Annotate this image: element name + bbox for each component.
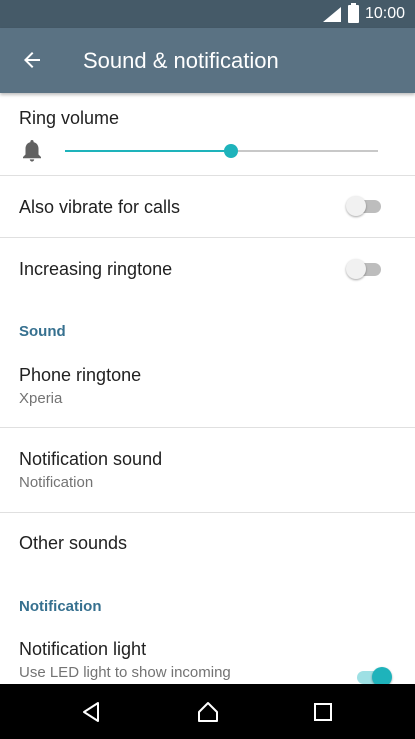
phone-ringtone-label: Phone ringtone — [19, 365, 142, 385]
ring-volume-slider-thumb[interactable] — [223, 144, 238, 158]
other-sounds-row[interactable]: Other sounds — [0, 513, 415, 575]
switch-thumb — [372, 667, 392, 684]
phone-ringtone-row[interactable]: Phone ringtone Xperia — [0, 348, 415, 427]
switch-thumb — [346, 259, 366, 279]
also-vibrate-row[interactable]: Also vibrate for calls — [0, 176, 415, 237]
app-bar: Sound & notification — [0, 28, 415, 93]
ring-volume-slider[interactable] — [65, 144, 378, 158]
status-bar: 10:00 — [0, 0, 415, 28]
also-vibrate-label: Also vibrate for calls — [19, 197, 181, 217]
recents-icon[interactable] — [311, 700, 335, 724]
status-time: 10:00 — [365, 5, 406, 22]
navigation-bar — [0, 684, 415, 739]
notification-sound-label: Notification sound — [19, 449, 163, 469]
settings-list[interactable]: Ring volume Also vibrate for calls Incre… — [0, 93, 415, 684]
switch-thumb — [346, 196, 366, 216]
other-sounds-label: Other sounds — [19, 533, 128, 553]
ring-volume-label: Ring volume — [19, 108, 120, 128]
notification-light-label: Notification light — [19, 639, 147, 659]
increasing-ringtone-row[interactable]: Increasing ringtone — [0, 238, 415, 298]
page-title: Sound & notification — [83, 48, 279, 73]
back-icon[interactable] — [80, 700, 104, 724]
home-icon[interactable] — [196, 700, 220, 724]
ring-volume-slider-fill — [65, 150, 231, 152]
notification-light-summary: Use LED light to show incoming — [19, 664, 231, 681]
notification-light-row[interactable]: Notification light Use LED light to show… — [0, 623, 415, 684]
battery-icon — [348, 3, 359, 23]
section-header-sound: Sound — [19, 323, 66, 340]
notification-sound-row[interactable]: Notification sound Notification — [0, 428, 415, 512]
increasing-ringtone-label: Increasing ringtone — [19, 259, 173, 279]
section-header-notification: Notification — [19, 598, 102, 615]
bell-icon — [23, 140, 41, 162]
notification-light-switch[interactable] — [354, 665, 392, 684]
ring-volume-row: Ring volume — [0, 93, 415, 175]
notification-sound-value: Notification — [19, 474, 94, 491]
increasing-ringtone-switch[interactable] — [346, 257, 384, 281]
arrow-left-icon[interactable] — [20, 48, 44, 72]
signal-icon — [323, 7, 341, 22]
phone-ringtone-value: Xperia — [19, 390, 63, 407]
also-vibrate-switch[interactable] — [346, 194, 384, 218]
